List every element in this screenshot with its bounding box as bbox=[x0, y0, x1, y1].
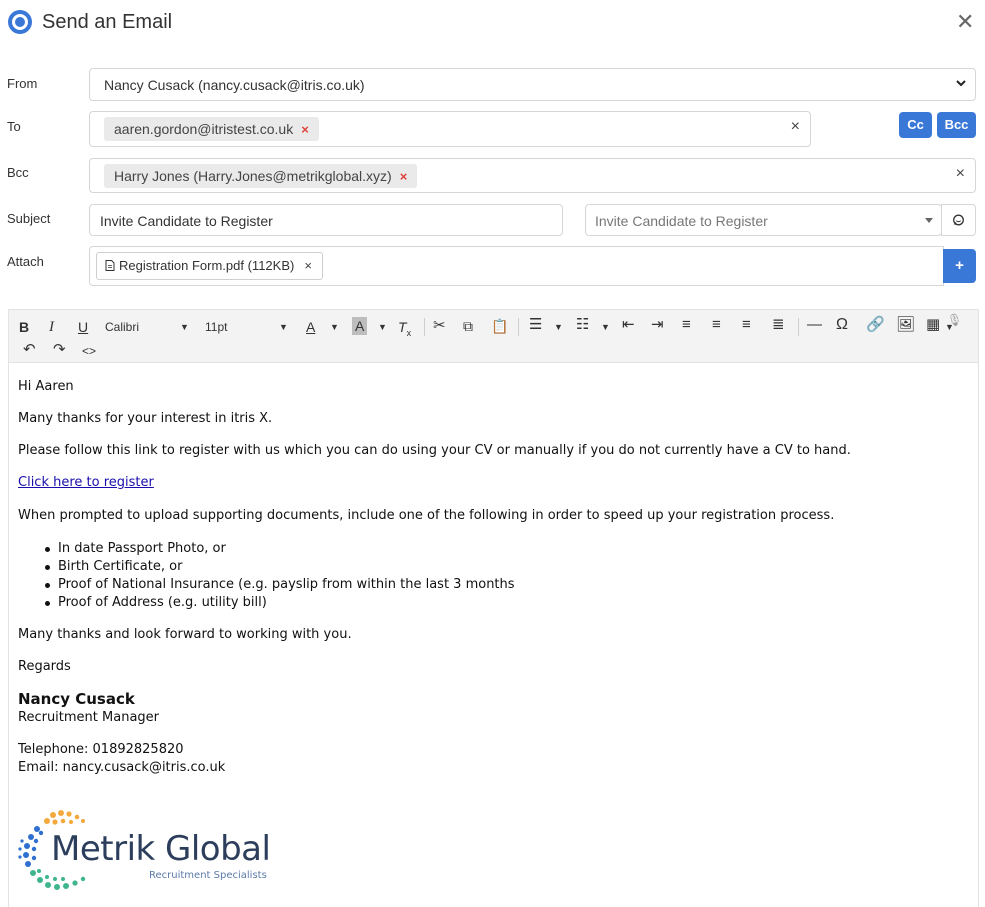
list-item: Proof of National Insurance (e.g. paysli… bbox=[58, 577, 515, 592]
register-link[interactable]: Click here to register bbox=[18, 475, 154, 490]
text-color-caret-icon[interactable]: ▼ bbox=[330, 319, 339, 335]
bcc-recipient-chip-label: Harry Jones (Harry.Jones@metrikglobal.xy… bbox=[114, 168, 392, 184]
recipient-chip: aaren.gordon@itristest.co.uk × bbox=[104, 117, 319, 141]
align-right-icon[interactable]: ≡ bbox=[742, 317, 751, 333]
speech-bubble-icon bbox=[953, 214, 964, 226]
remove-bcc-recipient-icon[interactable]: × bbox=[400, 169, 408, 184]
document-icon bbox=[105, 260, 115, 271]
outdent-icon[interactable]: ⇤ bbox=[622, 317, 635, 333]
company-logo: Metrik Global Recruitment Specialists bbox=[17, 809, 277, 895]
toolbar-divider bbox=[518, 318, 519, 336]
email-line-instructions: Please follow this link to register with… bbox=[18, 443, 851, 458]
microphone-icon[interactable]: 🎙 bbox=[947, 312, 962, 328]
email-greeting: Hi Aaren bbox=[18, 379, 74, 394]
email-line-documents: When prompted to upload supporting docum… bbox=[18, 508, 835, 523]
toolbar-divider bbox=[424, 318, 425, 336]
paste-icon[interactable]: 📋 bbox=[491, 318, 508, 334]
bcc-label: Bcc bbox=[7, 165, 29, 180]
insert-link-icon[interactable]: 🔗 bbox=[866, 317, 885, 333]
bullet-list-icon[interactable]: ☰ bbox=[529, 317, 542, 333]
bullet-marker bbox=[45, 583, 50, 588]
template-select[interactable]: Invite Candidate to Register bbox=[585, 204, 942, 236]
chevron-down-icon bbox=[956, 80, 966, 87]
clear-bcc-icon[interactable]: × bbox=[956, 165, 965, 183]
dialog-header: Send an Email ✕ bbox=[0, 0, 985, 46]
text-color-icon[interactable]: A bbox=[306, 319, 315, 335]
toolbar-divider bbox=[798, 318, 799, 336]
bullet-marker bbox=[45, 547, 50, 552]
logo-tagline: Recruitment Specialists bbox=[149, 870, 267, 881]
horizontal-rule-icon[interactable]: — bbox=[807, 317, 822, 333]
signature-phone: Telephone: 01892825820 bbox=[18, 742, 184, 757]
bcc-button[interactable]: Bcc bbox=[937, 112, 976, 138]
align-left-icon[interactable]: ≡ bbox=[682, 317, 691, 333]
copy-icon[interactable]: ⧉ bbox=[463, 318, 473, 334]
list-item: Proof of Address (e.g. utility bill) bbox=[58, 595, 267, 610]
email-regards: Regards bbox=[18, 659, 71, 674]
italic-button[interactable]: I bbox=[49, 319, 54, 335]
subject-input-value: Invite Candidate to Register bbox=[100, 213, 273, 229]
special-character-icon[interactable]: Ω bbox=[836, 317, 848, 333]
attach-label: Attach bbox=[7, 254, 44, 269]
logo-name: Metrik Global bbox=[51, 829, 271, 869]
signature-email: Email: nancy.cusack@itris.co.uk bbox=[18, 760, 226, 775]
attachments-field: Registration Form.pdf (112KB) × bbox=[89, 246, 944, 286]
subject-input[interactable]: Invite Candidate to Register bbox=[89, 204, 563, 236]
email-line-interest: Many thanks for your interest in itris X… bbox=[18, 411, 273, 426]
from-select[interactable]: Nancy Cusack (nancy.cusack@itris.co.uk) bbox=[89, 68, 976, 101]
attachment-name: Registration Form.pdf (112KB) bbox=[119, 258, 295, 273]
bullet-marker bbox=[45, 565, 50, 570]
cut-icon[interactable]: ✂ bbox=[433, 318, 446, 334]
template-select-placeholder: Invite Candidate to Register bbox=[595, 213, 768, 229]
recipient-chip-label: aaren.gordon@itristest.co.uk bbox=[114, 121, 294, 137]
add-attachment-button[interactable]: + bbox=[943, 249, 976, 283]
app-logo-icon bbox=[8, 10, 32, 34]
remove-recipient-icon[interactable]: × bbox=[301, 122, 309, 137]
source-code-icon[interactable]: <> bbox=[82, 343, 96, 359]
font-size-caret-icon[interactable]: ▼ bbox=[279, 319, 288, 335]
list-item: In date Passport Photo, or bbox=[58, 541, 226, 556]
indent-icon[interactable]: ⇥ bbox=[651, 317, 664, 333]
signature-name: Nancy Cusack bbox=[18, 690, 135, 708]
bullet-list-caret-icon[interactable]: ▼ bbox=[554, 319, 563, 335]
align-justify-icon[interactable]: ≣ bbox=[772, 317, 785, 333]
dialog-title: Send an Email bbox=[42, 11, 173, 33]
redo-icon[interactable]: ↷ bbox=[53, 342, 66, 358]
undo-icon[interactable]: ↶ bbox=[23, 342, 36, 358]
highlight-caret-icon[interactable]: ▼ bbox=[378, 319, 387, 335]
caret-down-icon bbox=[925, 218, 933, 223]
close-icon[interactable]: ✕ bbox=[956, 11, 974, 33]
list-item: Birth Certificate, or bbox=[58, 559, 183, 574]
insert-image-icon[interactable]: 🖼 bbox=[896, 317, 915, 333]
editor-toolbar: B I U Calibri ▼ 11pt ▼ A ▼ A ▼ Tx ✂ ⧉ 📋 … bbox=[8, 309, 979, 363]
font-size-select[interactable]: 11pt bbox=[205, 319, 227, 335]
signature-title: Recruitment Manager bbox=[18, 710, 160, 725]
font-family-select[interactable]: Calibri bbox=[105, 319, 139, 335]
email-body-editor[interactable]: Hi Aaren Many thanks for your interest i… bbox=[8, 363, 979, 907]
from-label: From bbox=[7, 76, 38, 91]
highlight-color-icon[interactable]: A bbox=[352, 317, 368, 335]
bcc-field[interactable]: Harry Jones (Harry.Jones@metrikglobal.xy… bbox=[89, 158, 976, 193]
template-preview-button[interactable] bbox=[941, 204, 976, 236]
bold-button[interactable]: B bbox=[19, 319, 29, 335]
insert-table-icon[interactable]: ▦ bbox=[926, 317, 940, 333]
to-label: To bbox=[7, 119, 21, 134]
subject-label: Subject bbox=[7, 211, 51, 226]
cc-button[interactable]: Cc bbox=[899, 112, 932, 138]
from-select-value: Nancy Cusack (nancy.cusack@itris.co.uk) bbox=[104, 77, 365, 93]
attachment-chip[interactable]: Registration Form.pdf (112KB) × bbox=[96, 252, 323, 280]
align-center-icon[interactable]: ≡ bbox=[712, 317, 721, 333]
clear-format-icon[interactable]: Tx bbox=[398, 319, 411, 341]
remove-attachment-icon[interactable]: × bbox=[304, 258, 312, 273]
to-field[interactable]: aaren.gordon@itristest.co.uk × × bbox=[89, 111, 811, 147]
bullet-marker bbox=[45, 601, 50, 606]
font-family-caret-icon[interactable]: ▼ bbox=[180, 319, 189, 335]
bcc-recipient-chip: Harry Jones (Harry.Jones@metrikglobal.xy… bbox=[104, 164, 418, 188]
underline-button[interactable]: U bbox=[78, 319, 88, 335]
email-closing: Many thanks and look forward to working … bbox=[18, 627, 352, 642]
numbered-list-icon[interactable]: ☷ bbox=[576, 317, 589, 333]
clear-to-icon[interactable]: × bbox=[791, 118, 800, 136]
numbered-list-caret-icon[interactable]: ▼ bbox=[601, 319, 610, 335]
